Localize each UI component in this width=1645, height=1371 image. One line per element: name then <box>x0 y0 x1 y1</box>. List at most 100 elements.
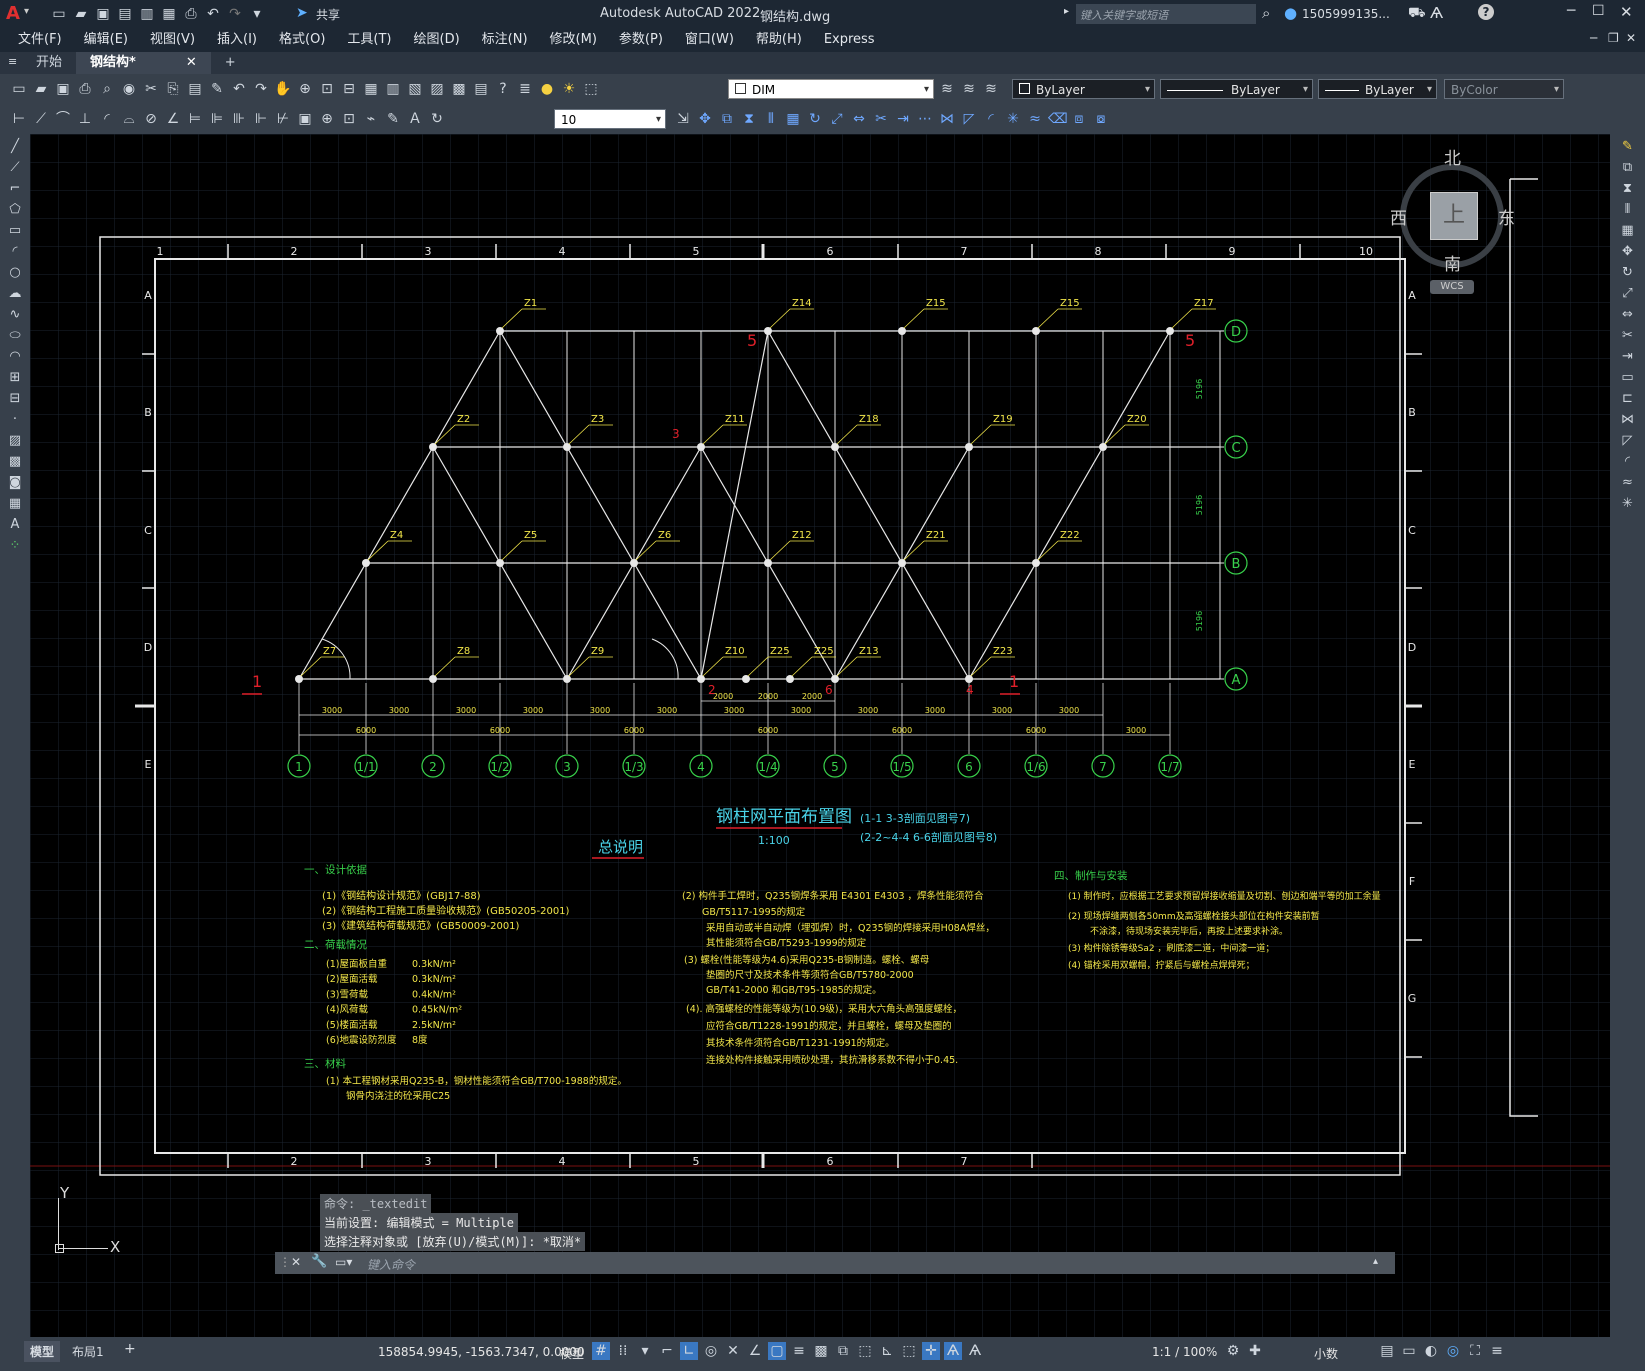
construction-line-icon[interactable]: ⟋ <box>0 157 30 178</box>
explode-icon[interactable]: ✳ <box>1004 110 1022 128</box>
units-display[interactable]: 小数 <box>1314 1345 1338 1362</box>
move-tool-icon[interactable]: ✥ <box>1610 241 1645 262</box>
layer-manager-icon[interactable]: ≣ <box>516 80 534 98</box>
command-recent-icon[interactable]: ▭▾ <box>335 1255 352 1269</box>
zoom-previous-icon[interactable]: ⊟ <box>340 80 358 98</box>
zoom-realtime-icon[interactable]: ⊕ <box>296 80 314 98</box>
dim-continue-icon[interactable]: ⊪ <box>230 110 248 128</box>
mirror-tool-icon[interactable]: ⧗ <box>1610 178 1645 199</box>
dim-update-icon[interactable]: ↻ <box>428 110 446 128</box>
join-tool-icon[interactable]: ⋈ <box>1610 409 1645 430</box>
open-web-icon[interactable]: ▥ <box>138 5 156 23</box>
pan-icon[interactable]: ✋ <box>274 80 292 98</box>
copy-obj-icon[interactable]: ⧉ <box>718 110 736 128</box>
fillet-tool-icon[interactable]: ◜ <box>1610 451 1645 472</box>
snap-menu-icon[interactable]: ▾ <box>636 1342 654 1360</box>
spline-icon[interactable]: ∿ <box>0 304 30 325</box>
menu-edit[interactable]: 编辑(E) <box>84 28 128 52</box>
dim-angular-icon[interactable]: ∠ <box>164 110 182 128</box>
user-icon[interactable]: ● <box>1284 4 1297 22</box>
dim-diameter-icon[interactable]: ⊘ <box>142 110 160 128</box>
tab-close-icon[interactable]: ✕ <box>186 55 197 70</box>
dim-break-icon[interactable]: ⊬ <box>274 110 292 128</box>
linetype-dropdown[interactable]: ByLayer ▾ <box>1160 79 1313 99</box>
selection-filter-icon[interactable]: ⬚ <box>900 1342 918 1360</box>
stretch-tool-icon[interactable]: ⇔ <box>1610 304 1645 325</box>
clean-screen-icon[interactable]: ⛶ <box>1466 1342 1484 1360</box>
dim-ordinate-icon[interactable]: ⊥ <box>76 110 94 128</box>
plotstyle-dropdown[interactable]: ByColor ▾ <box>1444 79 1564 99</box>
customize-chevron-icon[interactable]: ▾ <box>248 5 266 23</box>
dim-jogged-icon[interactable]: ⌓ <box>120 110 138 128</box>
lineweight-dropdown[interactable]: ByLayer ▾ <box>1318 79 1437 99</box>
new-icon[interactable]: ▭ <box>10 80 28 98</box>
erase-tool-icon[interactable]: ✎ <box>1610 136 1645 157</box>
scale-icon[interactable]: ⤢ <box>828 110 846 128</box>
viewcube[interactable]: 上 北 南 西 东 WCS <box>1390 144 1520 294</box>
dim-baseline-icon[interactable]: ⊫ <box>208 110 226 128</box>
share-icon[interactable]: ➤ <box>296 5 308 21</box>
quick-dim-icon[interactable]: ⊨ <box>186 110 204 128</box>
annotation-monitor-icon[interactable]: ✚ <box>1246 1342 1264 1360</box>
gradient-icon[interactable]: ▩ <box>0 451 30 472</box>
ellipse-icon[interactable]: ⬭ <box>0 325 30 346</box>
save-icon[interactable]: ▣ <box>94 5 112 23</box>
selection-cycling-icon[interactable]: ⧉ <box>834 1342 852 1360</box>
transparency-icon[interactable]: ▩ <box>812 1342 830 1360</box>
stretch-icon[interactable]: ⇔ <box>850 110 868 128</box>
help-icon[interactable]: ? <box>1478 4 1494 20</box>
copy-icon[interactable]: ⎘ <box>164 80 182 98</box>
add-selected-icon[interactable]: ⁘ <box>0 535 30 556</box>
insert-block-icon[interactable]: ⊞ <box>0 367 30 388</box>
chamfer-icon[interactable]: ◸ <box>960 110 978 128</box>
jogged-linear-icon[interactable]: ⌁ <box>362 110 380 128</box>
compass-north[interactable]: 北 <box>1444 144 1461 169</box>
command-line-grip-icon[interactable]: ⋮ <box>279 1255 291 1269</box>
model-space-button[interactable]: 模型 <box>560 1345 584 1362</box>
plot-icon[interactable]: ⎙ <box>182 5 200 23</box>
object-snap-icon[interactable]: ▢ <box>768 1342 786 1360</box>
move-icon[interactable]: ✥ <box>696 110 714 128</box>
cart-icon[interactable]: ⛟ <box>1408 5 1426 23</box>
design-center-icon[interactable]: ▥ <box>384 80 402 98</box>
dimstyle-dropdown[interactable]: DIM ▾ <box>728 79 934 99</box>
redo-icon[interactable]: ↷ <box>252 80 270 98</box>
plot-icon[interactable]: ⎙ <box>76 80 94 98</box>
layer-lock-icon[interactable]: ⬚ <box>582 80 600 98</box>
dim-edit-icon[interactable]: ✎ <box>384 110 402 128</box>
trim-tool-icon[interactable]: ✂ <box>1610 325 1645 346</box>
gizmo-icon[interactable]: ✛ <box>922 1342 940 1360</box>
dim-arc-icon[interactable]: ⌒ <box>54 110 72 128</box>
menu-format[interactable]: 格式(O) <box>279 28 325 52</box>
workspace-gear-icon[interactable]: ⚙ <box>1224 1342 1242 1360</box>
mirror-icon[interactable]: ⧗ <box>740 110 758 128</box>
doc-close-icon[interactable]: ✕ <box>1626 31 1636 45</box>
hatch-icon[interactable]: ▨ <box>0 430 30 451</box>
search-icon[interactable]: ⌕ <box>1262 4 1270 22</box>
paste-icon[interactable]: ▤ <box>186 80 204 98</box>
cursor-coordinates[interactable]: 158854.9945, -1563.7347, 0.0000 <box>378 1345 585 1359</box>
erase-icon[interactable]: ⌫ <box>1048 110 1068 128</box>
doc-restore-icon[interactable]: ❐ <box>1608 31 1619 45</box>
make-current-layer-icon[interactable]: ≋ <box>938 80 956 98</box>
sheet-set-icon[interactable]: ▨ <box>428 80 446 98</box>
arc-icon[interactable]: ◜ <box>0 241 30 262</box>
redo-icon[interactable]: ↷ <box>226 5 244 23</box>
draworder-icon[interactable]: ⧇ <box>1092 110 1110 128</box>
zoom-window-icon[interactable]: ⊡ <box>318 80 336 98</box>
dim-space-icon[interactable]: ⊩ <box>252 110 270 128</box>
scale-tool-icon[interactable]: ⤢ <box>1610 283 1645 304</box>
tab-start[interactable]: 开始 <box>22 52 76 74</box>
help-icon[interactable]: ? <box>494 80 512 98</box>
menu-tools[interactable]: 工具(T) <box>347 28 391 52</box>
explode-tool-icon[interactable]: ✳ <box>1610 493 1645 514</box>
rectangle-icon[interactable]: ▭ <box>0 220 30 241</box>
publish-icon[interactable]: ◉ <box>120 80 138 98</box>
menu-chevron-icon[interactable]: ≡ <box>8 55 17 68</box>
command-close-icon[interactable]: ✕ <box>291 1255 301 1269</box>
break-point-icon[interactable]: ▭ <box>1610 367 1645 388</box>
text-height-dropdown[interactable]: 10 ▾ <box>554 109 666 129</box>
tab-drawing[interactable]: 钢结构* ✕ <box>76 52 211 74</box>
polygon-icon[interactable]: ⬠ <box>0 199 30 220</box>
color-dropdown[interactable]: ByLayer ▾ <box>1012 79 1155 99</box>
